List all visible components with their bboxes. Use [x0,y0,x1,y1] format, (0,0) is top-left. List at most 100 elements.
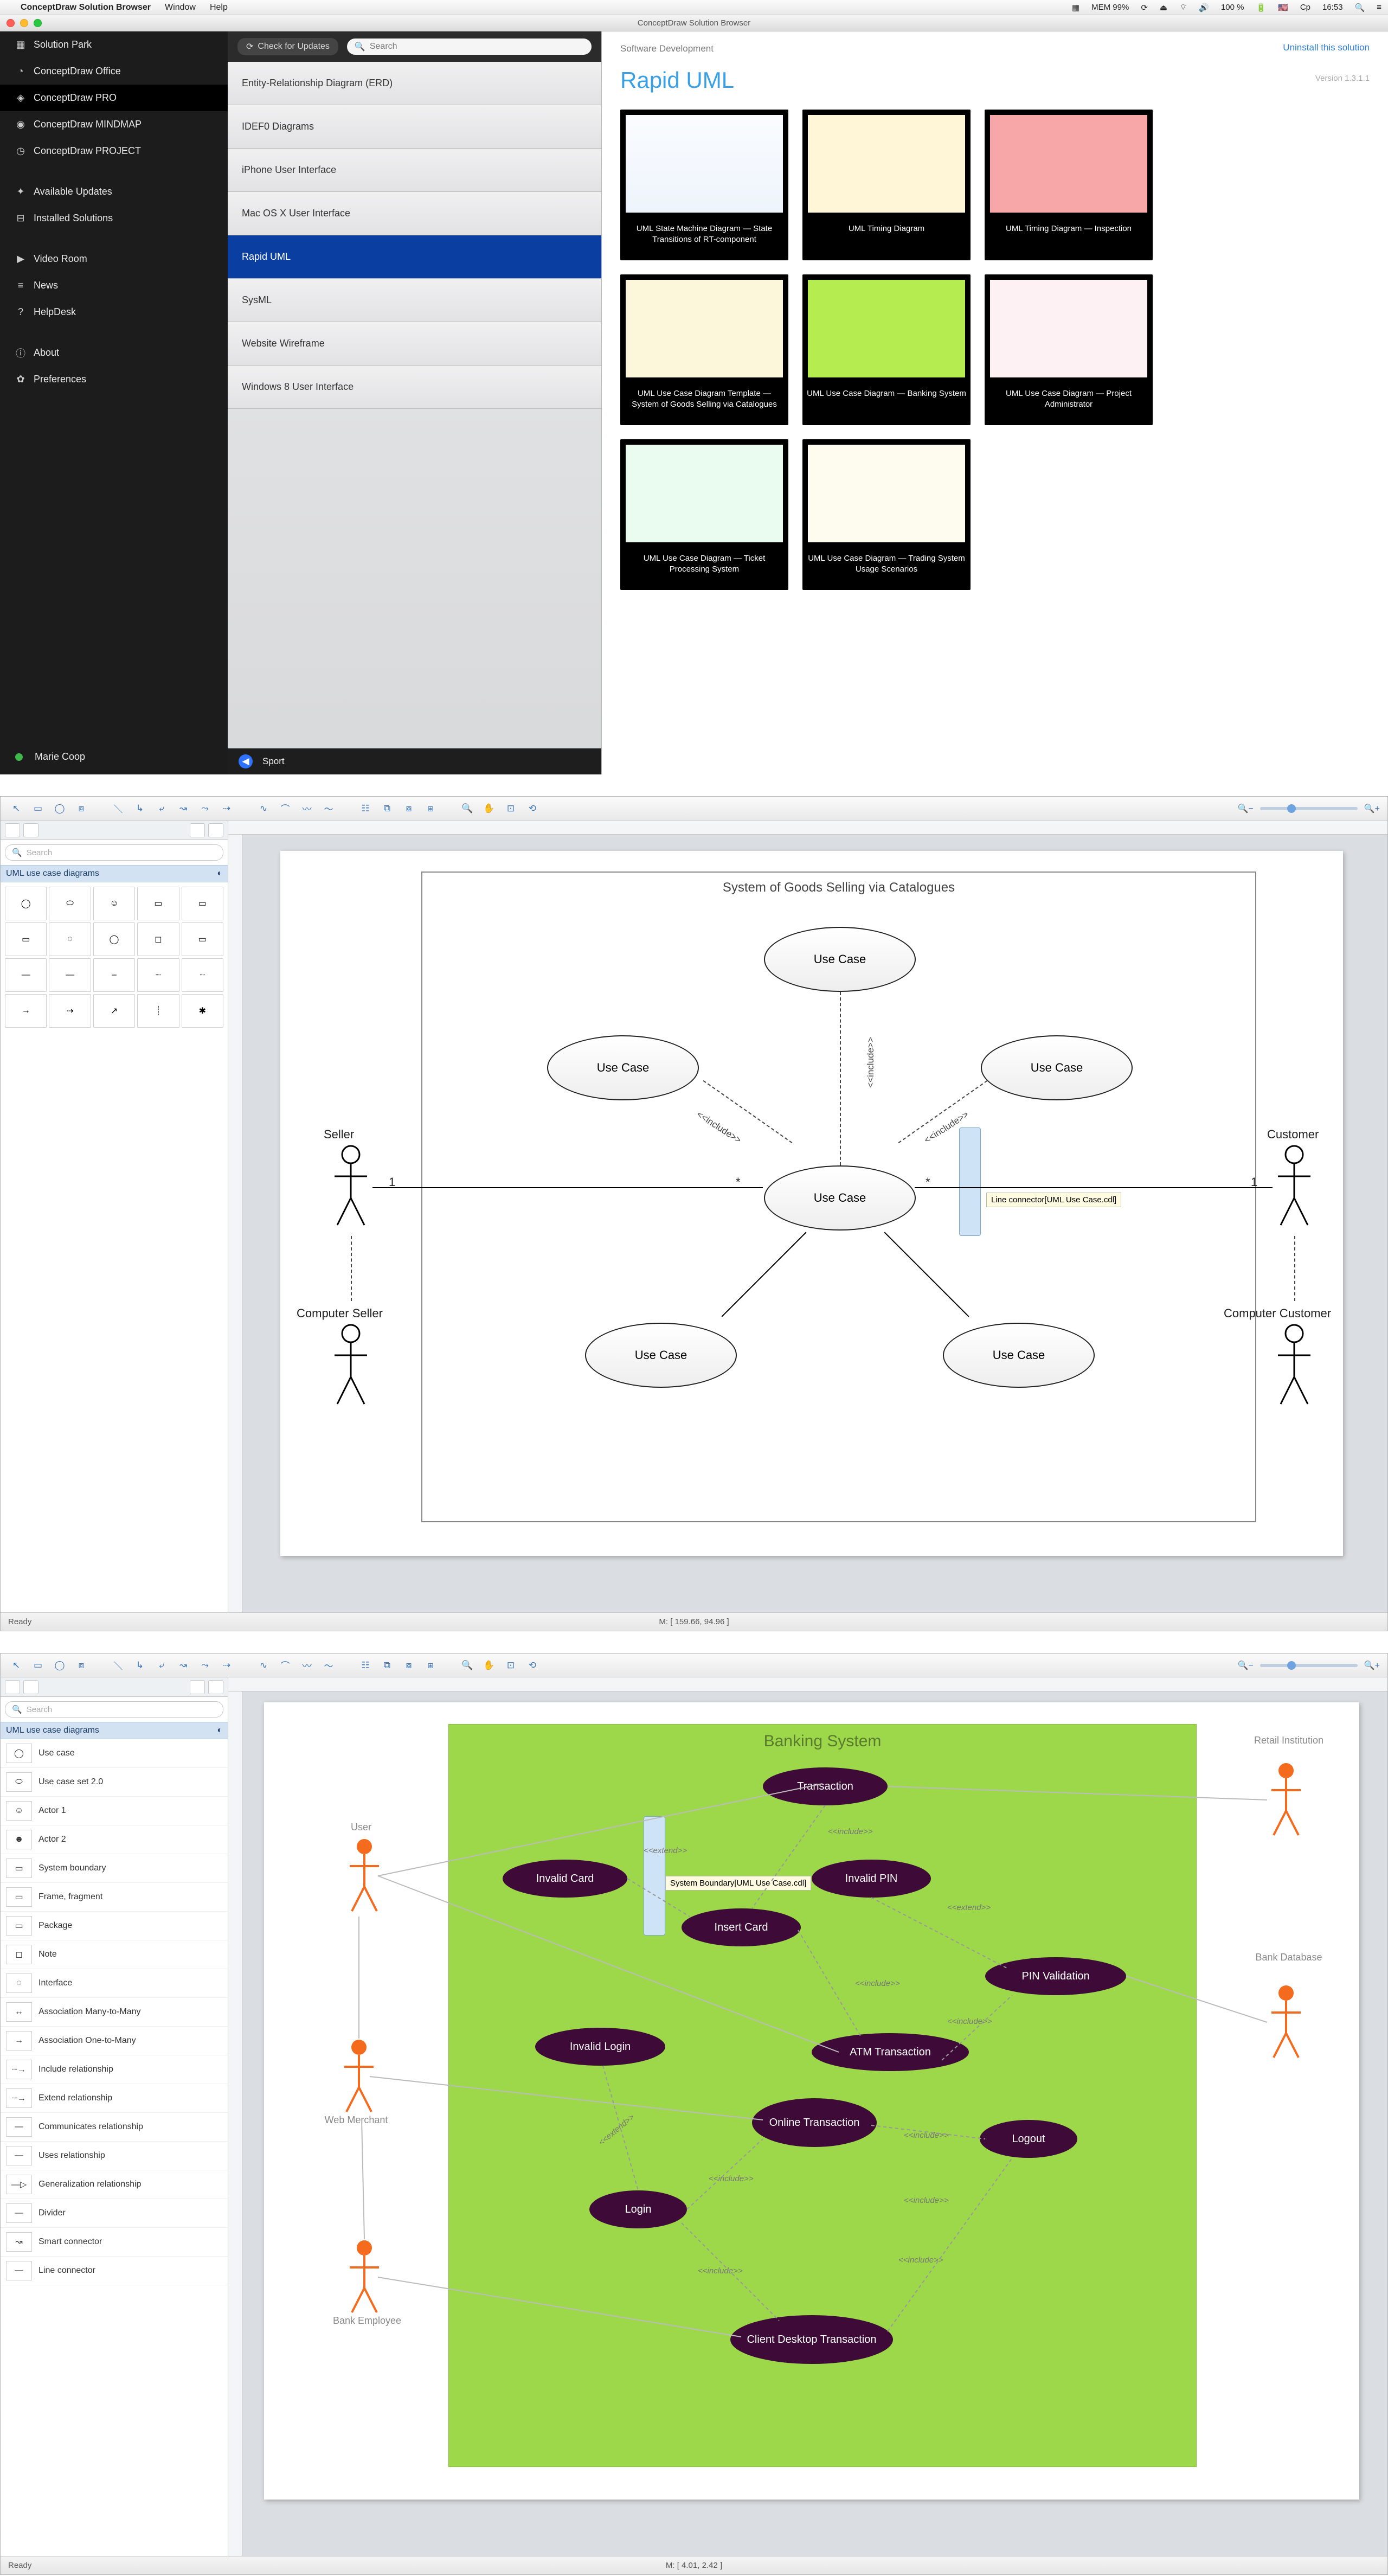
ellipse-tool[interactable]: ◯ [52,1657,68,1674]
library-shape-row[interactable]: ┈→Extend relationship [1,2084,228,2113]
uc-cdt[interactable]: Client Desktop Transaction [730,2315,893,2364]
actor-computer-seller[interactable] [329,1323,372,1412]
library-shape[interactable]: ✱ [182,994,223,1028]
sidebar-item-mindmap[interactable]: ◉ConceptDraw MINDMAP [0,111,228,138]
solution-row-rapiduml[interactable]: Rapid UML [228,235,601,279]
cube-tool[interactable]: ⧈ [73,800,89,817]
template-card[interactable]: UML Timing Diagram [802,110,971,260]
library-shape-row[interactable]: ☺Actor 1 [1,1797,228,1825]
connector-tool-5[interactable]: ⇢ [219,1657,235,1674]
eject-icon[interactable]: ⏏ [1160,3,1167,12]
library-shape-row[interactable]: —▷Generalization relationship [1,2170,228,2199]
actor-bank-database[interactable] [1267,1984,1305,2063]
close-icon[interactable] [7,19,15,27]
connector-tool[interactable]: ↳ [132,1657,148,1674]
chain-tool-3[interactable]: ⧆ [422,800,439,817]
library-shape-row[interactable]: ↝Smart connector [1,2228,228,2257]
connector[interactable] [722,1232,807,1317]
volume-icon[interactable]: 🔊 [1199,3,1209,12]
lib-search-button[interactable] [190,823,205,837]
line-tool[interactable]: ＼ [110,1657,126,1674]
uc-transaction[interactable]: Transaction [763,1767,888,1805]
uc-pin-validation[interactable]: PIN Validation [985,1957,1126,1995]
app-name[interactable]: ConceptDraw Solution Browser [21,3,151,12]
notifications-icon[interactable]: ≡ [1377,3,1381,12]
template-card[interactable]: UML Use Case Diagram — Ticket Processing… [620,439,788,590]
crop-tool[interactable]: ⊡ [503,1657,519,1674]
back-button[interactable]: ◀ [239,754,253,768]
chain-tool-3[interactable]: ⧆ [422,1657,439,1674]
library-shape-row[interactable]: →Association One-to-Many [1,2027,228,2055]
tree-tool[interactable]: ☷ [357,1657,374,1674]
lib-tab-button[interactable] [23,823,38,837]
template-card[interactable]: UML Use Case Diagram — Banking System [802,274,971,425]
uc-atm-transaction[interactable]: ATM Transaction [812,2033,969,2071]
rapid-draw-panel[interactable] [644,1816,665,1936]
library-shape-row[interactable]: ▭System boundary [1,1854,228,1883]
solution-row-iphone[interactable]: iPhone User Interface [228,149,601,192]
pointer-tool[interactable]: ↖ [8,1657,24,1674]
solution-row-macosx[interactable]: Mac OS X User Interface [228,192,601,235]
template-card[interactable]: UML Use Case Diagram — Trading System Us… [802,439,971,590]
uc-online-transaction[interactable]: Online Transaction [752,2098,877,2147]
library-shape-row[interactable]: ☻Actor 2 [1,1825,228,1854]
cube-tool[interactable]: ⧈ [73,1657,89,1674]
library-shape[interactable]: – [93,958,135,992]
connector-tool-2[interactable]: ⤶ [153,1657,170,1674]
sidebar-item-project[interactable]: ◷ConceptDraw PROJECT [0,138,228,164]
connector-tool-5[interactable]: ⇢ [219,800,235,817]
generalization[interactable] [351,1236,352,1301]
solution-row-win8[interactable]: Windows 8 User Interface [228,366,601,409]
arc-tool[interactable]: ⌒ [277,1657,293,1674]
rapid-draw-panel[interactable] [959,1127,981,1236]
menu-help[interactable]: Help [210,3,228,12]
use-case-br[interactable]: Use Case [943,1323,1095,1388]
solution-row-idef0[interactable]: IDEF0 Diagrams [228,105,601,149]
zoom-out-button[interactable]: 🔍− [1237,803,1253,814]
spline-tool[interactable]: 〰 [299,800,315,817]
actor-retail-institution[interactable] [1267,1762,1305,1841]
uc-invalid-card[interactable]: Invalid Card [503,1860,627,1898]
library-shape[interactable]: ▭ [182,922,223,956]
user-badge[interactable]: Marie Coop [0,739,228,774]
use-case-top[interactable]: Use Case [764,927,916,992]
sidebar-item-preferences[interactable]: ✿Preferences [0,366,228,393]
connector[interactable] [884,1232,969,1317]
connector-tool-3[interactable]: ↝ [175,1657,191,1674]
zoom-in-button[interactable]: 🔍+ [1364,803,1380,814]
sidebar-item-about[interactable]: ⓘAbout [0,339,228,366]
lib-search-button[interactable] [190,1680,205,1694]
spline-tool[interactable]: 〰 [299,1657,315,1674]
library-shape-row[interactable]: —Divider [1,2199,228,2228]
ellipse-tool[interactable]: ◯ [52,800,68,817]
library-header[interactable]: UML use case diagrams◐ [1,1722,228,1739]
library-shape[interactable]: ▭ [5,922,47,956]
library-shape-row[interactable]: ▭Package [1,1912,228,1940]
zoom-in-button[interactable]: 🔍+ [1364,1660,1380,1671]
crop-tool[interactable]: ⊡ [503,800,519,817]
flag-icon[interactable]: 🇺🇸 [1278,3,1288,12]
connector-tool-4[interactable]: ⤳ [197,800,213,817]
library-shape[interactable]: ◯ [93,922,135,956]
library-search-input[interactable]: 🔍Search [5,1701,223,1718]
library-shape-row[interactable]: —Uses relationship [1,2142,228,2170]
library-shape[interactable]: ┈ [182,958,223,992]
rect-tool[interactable]: ▭ [30,800,46,817]
generalization[interactable] [1294,1236,1295,1301]
rect-tool[interactable]: ▭ [30,1657,46,1674]
arc-tool[interactable]: ⌒ [277,800,293,817]
library-shape[interactable]: ☺ [93,887,135,920]
sidebar-item-office[interactable]: ◔ConceptDraw Office [0,58,228,85]
use-case-tl[interactable]: Use Case [547,1035,699,1100]
uc-invalid-pin[interactable]: Invalid PIN [812,1860,931,1898]
uc-invalid-login[interactable]: Invalid Login [535,2028,665,2066]
connector-tool-3[interactable]: ↝ [175,800,191,817]
library-shape-row[interactable]: ↔Association Many-to-Many [1,1998,228,2027]
association[interactable] [372,1187,763,1188]
hand-tool[interactable]: ✋ [481,800,497,817]
sidebar-item-video[interactable]: ▶Video Room [0,246,228,272]
page[interactable]: Banking System System Boundary[UML Use C… [264,1702,1359,2500]
include-connector[interactable] [840,992,841,1165]
include-connector[interactable] [703,1080,793,1143]
library-shape[interactable]: ↗ [93,994,135,1028]
